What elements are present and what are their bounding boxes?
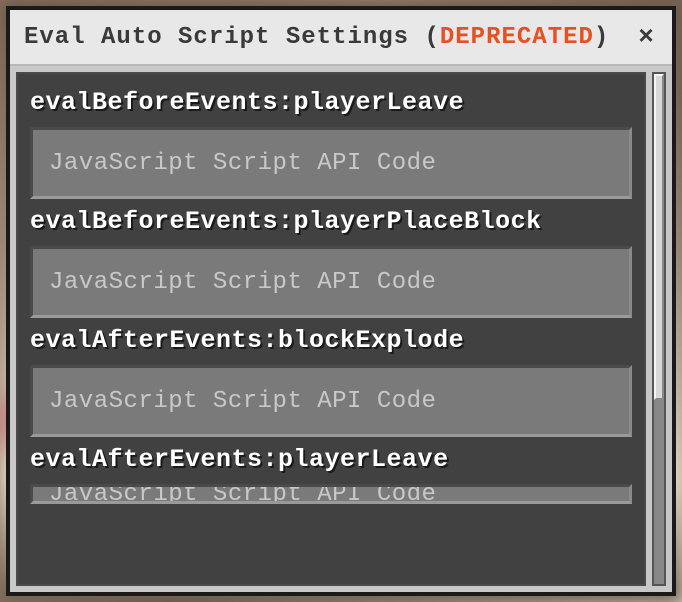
field-group: evalAfterEvents:blockExplode (30, 326, 632, 437)
content-wrap: evalBeforeEvents:playerLeave evalBeforeE… (10, 66, 672, 592)
title-deprecated-badge: DEPRECATED (440, 24, 594, 51)
scrollbar-track[interactable] (652, 72, 666, 586)
field-group: evalAfterEvents:playerLeave (30, 445, 632, 504)
field-label: evalAfterEvents:playerLeave (30, 445, 632, 474)
close-icon: × (638, 22, 654, 52)
code-input[interactable] (30, 365, 632, 437)
close-button[interactable]: × (632, 23, 660, 51)
title-suffix: ) (594, 24, 609, 51)
code-input[interactable] (30, 484, 632, 504)
window-title: Eval Auto Script Settings (DEPRECATED) (24, 24, 609, 51)
titlebar: Eval Auto Script Settings (DEPRECATED) × (10, 10, 672, 66)
field-group: evalBeforeEvents:playerPlaceBlock (30, 207, 632, 318)
field-label: evalBeforeEvents:playerPlaceBlock (30, 207, 632, 236)
code-input[interactable] (30, 246, 632, 318)
scrollbar-thumb[interactable] (654, 74, 664, 400)
title-prefix: Eval Auto Script Settings ( (24, 24, 440, 51)
settings-list: evalBeforeEvents:playerLeave evalBeforeE… (16, 72, 646, 586)
settings-window: Eval Auto Script Settings (DEPRECATED) ×… (6, 6, 676, 596)
field-label: evalBeforeEvents:playerLeave (30, 88, 632, 117)
field-group: evalBeforeEvents:playerLeave (30, 88, 632, 199)
field-label: evalAfterEvents:blockExplode (30, 326, 632, 355)
code-input[interactable] (30, 127, 632, 199)
